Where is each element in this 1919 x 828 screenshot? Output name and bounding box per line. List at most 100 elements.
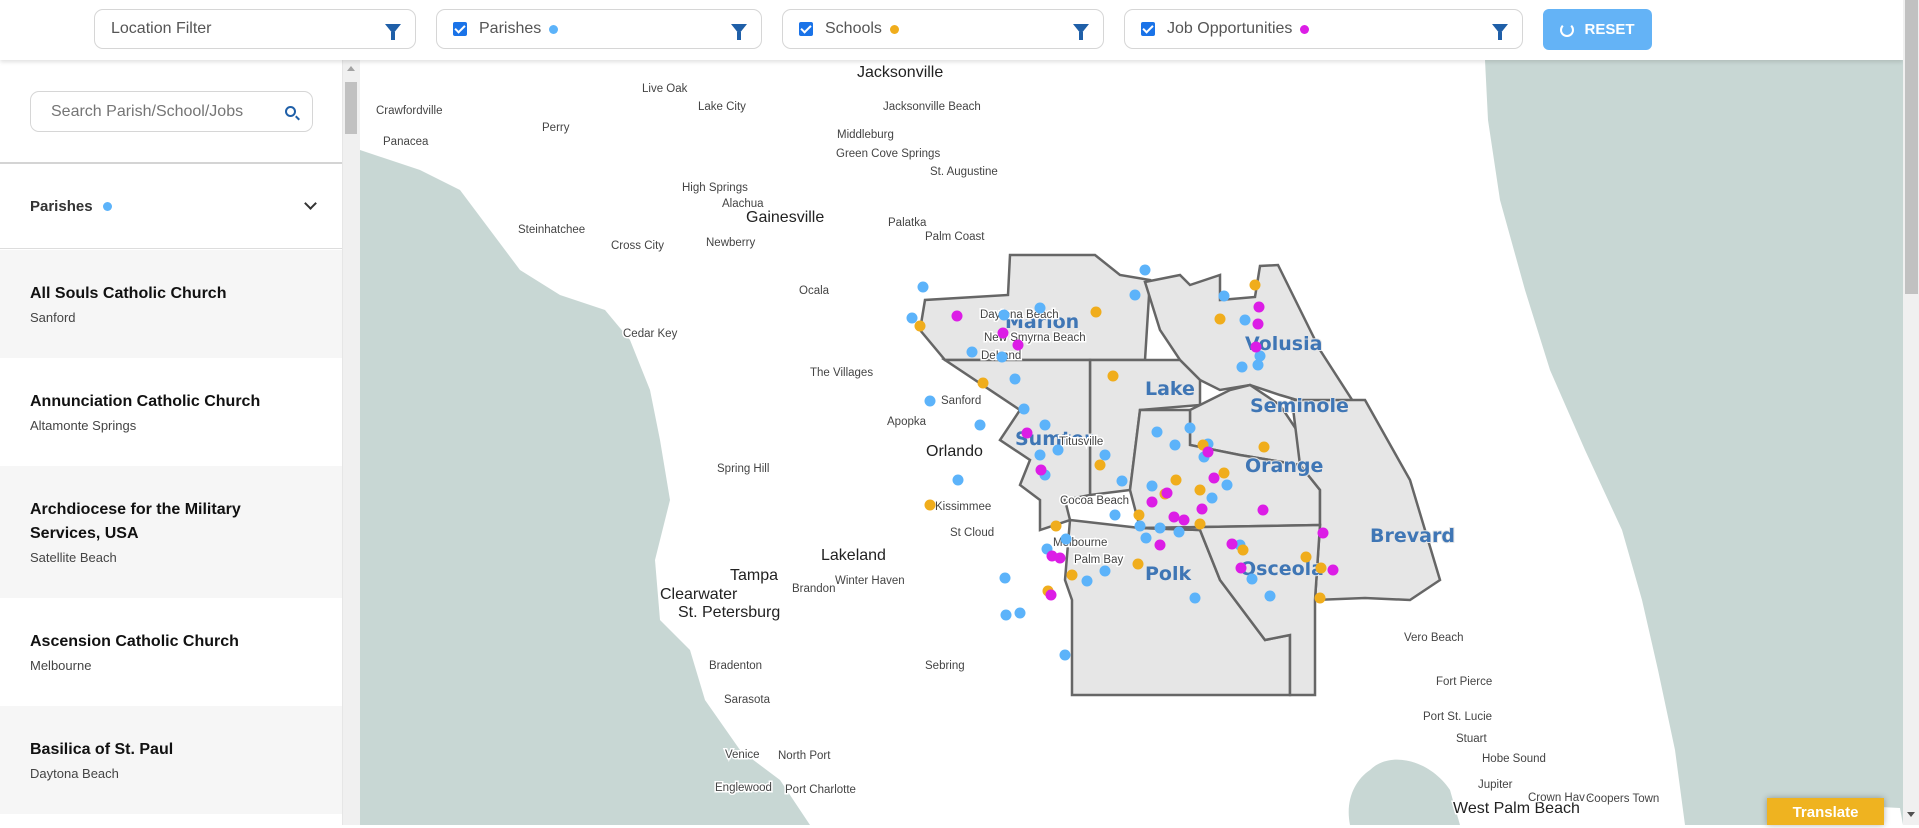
parish-marker[interactable] <box>1236 361 1248 373</box>
school-marker[interactable] <box>924 499 936 511</box>
school-marker[interactable] <box>1194 484 1206 496</box>
job-marker[interactable] <box>1054 552 1066 564</box>
school-marker[interactable] <box>1133 509 1145 521</box>
parish-marker[interactable] <box>1039 419 1051 431</box>
parish-marker[interactable] <box>1252 359 1264 371</box>
jobs-filter-dropdown[interactable]: Job Opportunities <box>1124 9 1523 49</box>
school-marker[interactable] <box>914 320 926 332</box>
job-marker[interactable] <box>1035 464 1047 476</box>
search-box[interactable] <box>30 91 313 132</box>
parish-marker[interactable] <box>1169 439 1181 451</box>
parish-marker[interactable] <box>1146 480 1158 492</box>
parish-marker[interactable] <box>999 572 1011 584</box>
job-marker[interactable] <box>1012 339 1024 351</box>
school-marker[interactable] <box>1249 279 1261 291</box>
job-marker[interactable] <box>1154 539 1166 551</box>
list-item[interactable]: Annunciation Catholic Church Altamonte S… <box>0 358 342 466</box>
job-marker[interactable] <box>1045 589 1057 601</box>
school-marker[interactable] <box>1094 459 1106 471</box>
parish-marker[interactable] <box>974 419 986 431</box>
parish-marker[interactable] <box>1052 444 1064 456</box>
job-marker[interactable] <box>1253 301 1265 313</box>
job-marker[interactable] <box>1252 318 1264 330</box>
school-marker[interactable] <box>1300 551 1312 563</box>
sidebar-scrollbar[interactable] <box>343 60 360 825</box>
job-marker[interactable] <box>1178 514 1190 526</box>
parish-marker[interactable] <box>1134 520 1146 532</box>
parish-marker[interactable] <box>998 309 1010 321</box>
schools-filter-dropdown[interactable]: Schools <box>782 9 1104 49</box>
job-marker[interactable] <box>951 310 963 322</box>
job-marker[interactable] <box>1168 511 1180 523</box>
parish-marker[interactable] <box>1218 290 1230 302</box>
page-scrollbar[interactable] <box>1903 0 1919 825</box>
school-marker[interactable] <box>1132 558 1144 570</box>
scroll-up-arrow-icon[interactable] <box>347 66 355 71</box>
translate-button[interactable]: Translate <box>1767 798 1884 825</box>
job-marker[interactable] <box>1257 504 1269 516</box>
school-marker[interactable] <box>1194 518 1206 530</box>
parish-marker[interactable] <box>1189 592 1201 604</box>
parish-marker[interactable] <box>952 474 964 486</box>
parish-marker[interactable] <box>1221 479 1233 491</box>
school-marker[interactable] <box>1066 569 1078 581</box>
job-marker[interactable] <box>1235 562 1247 574</box>
parish-marker[interactable] <box>1173 526 1185 538</box>
parishes-filter-dropdown[interactable]: Parishes <box>436 9 762 49</box>
job-marker[interactable] <box>1226 538 1238 550</box>
school-marker[interactable] <box>1090 306 1102 318</box>
parish-marker[interactable] <box>1099 449 1111 461</box>
parish-marker[interactable] <box>1154 522 1166 534</box>
chevron-down-icon[interactable] <box>304 197 317 210</box>
list-item[interactable]: Ascension Catholic Church Melbourne <box>0 598 342 706</box>
parish-marker[interactable] <box>1206 492 1218 504</box>
school-marker[interactable] <box>1237 544 1249 556</box>
parish-marker[interactable] <box>1060 533 1072 545</box>
school-marker[interactable] <box>1214 313 1226 325</box>
job-marker[interactable] <box>1250 341 1262 353</box>
parishes-checkbox[interactable] <box>453 22 467 36</box>
parish-marker[interactable] <box>917 281 929 293</box>
parish-marker[interactable] <box>1140 532 1152 544</box>
parish-marker[interactable] <box>906 312 918 324</box>
school-marker[interactable] <box>1314 592 1326 604</box>
parish-marker[interactable] <box>1239 314 1251 326</box>
parish-marker[interactable] <box>1099 565 1111 577</box>
school-marker[interactable] <box>1315 562 1327 574</box>
job-marker[interactable] <box>997 327 1009 339</box>
job-marker[interactable] <box>1317 527 1329 539</box>
parish-marker[interactable] <box>1081 575 1093 587</box>
location-filter-dropdown[interactable]: Location Filter <box>94 9 416 49</box>
parish-marker[interactable] <box>924 395 936 407</box>
school-marker[interactable] <box>1218 467 1230 479</box>
parish-marker[interactable] <box>1264 590 1276 602</box>
map-canvas[interactable]: Marion Volusia Lake Seminole Sumter Orange Bre… <box>360 60 1903 825</box>
parish-marker[interactable] <box>1014 607 1026 619</box>
school-marker[interactable] <box>1170 474 1182 486</box>
parish-marker[interactable] <box>966 346 978 358</box>
school-marker[interactable] <box>1258 441 1270 453</box>
job-marker[interactable] <box>1146 496 1158 508</box>
list-item[interactable]: Basilica of St. Paul Daytona Beach <box>0 706 342 814</box>
search-input[interactable] <box>51 102 251 121</box>
parish-marker[interactable] <box>1034 449 1046 461</box>
reset-button[interactable]: RESET <box>1543 9 1652 50</box>
parish-marker[interactable] <box>1116 475 1128 487</box>
list-item[interactable]: All Souls Catholic Church Sanford <box>0 250 342 358</box>
parishes-section-header[interactable]: Parishes <box>0 164 342 249</box>
parish-marker[interactable] <box>1034 302 1046 314</box>
job-marker[interactable] <box>1161 487 1173 499</box>
parish-marker[interactable] <box>1000 609 1012 621</box>
scrollbar-thumb[interactable] <box>1905 0 1918 294</box>
parish-marker[interactable] <box>1151 426 1163 438</box>
parish-marker[interactable] <box>1009 373 1021 385</box>
school-marker[interactable] <box>1107 370 1119 382</box>
parish-marker[interactable] <box>996 351 1008 363</box>
job-marker[interactable] <box>1202 446 1214 458</box>
job-marker[interactable] <box>1208 472 1220 484</box>
parish-marker[interactable] <box>1059 649 1071 661</box>
scrollbar-thumb[interactable] <box>345 82 357 134</box>
schools-checkbox[interactable] <box>799 22 813 36</box>
school-marker[interactable] <box>1050 520 1062 532</box>
search-icon[interactable] <box>285 106 296 117</box>
